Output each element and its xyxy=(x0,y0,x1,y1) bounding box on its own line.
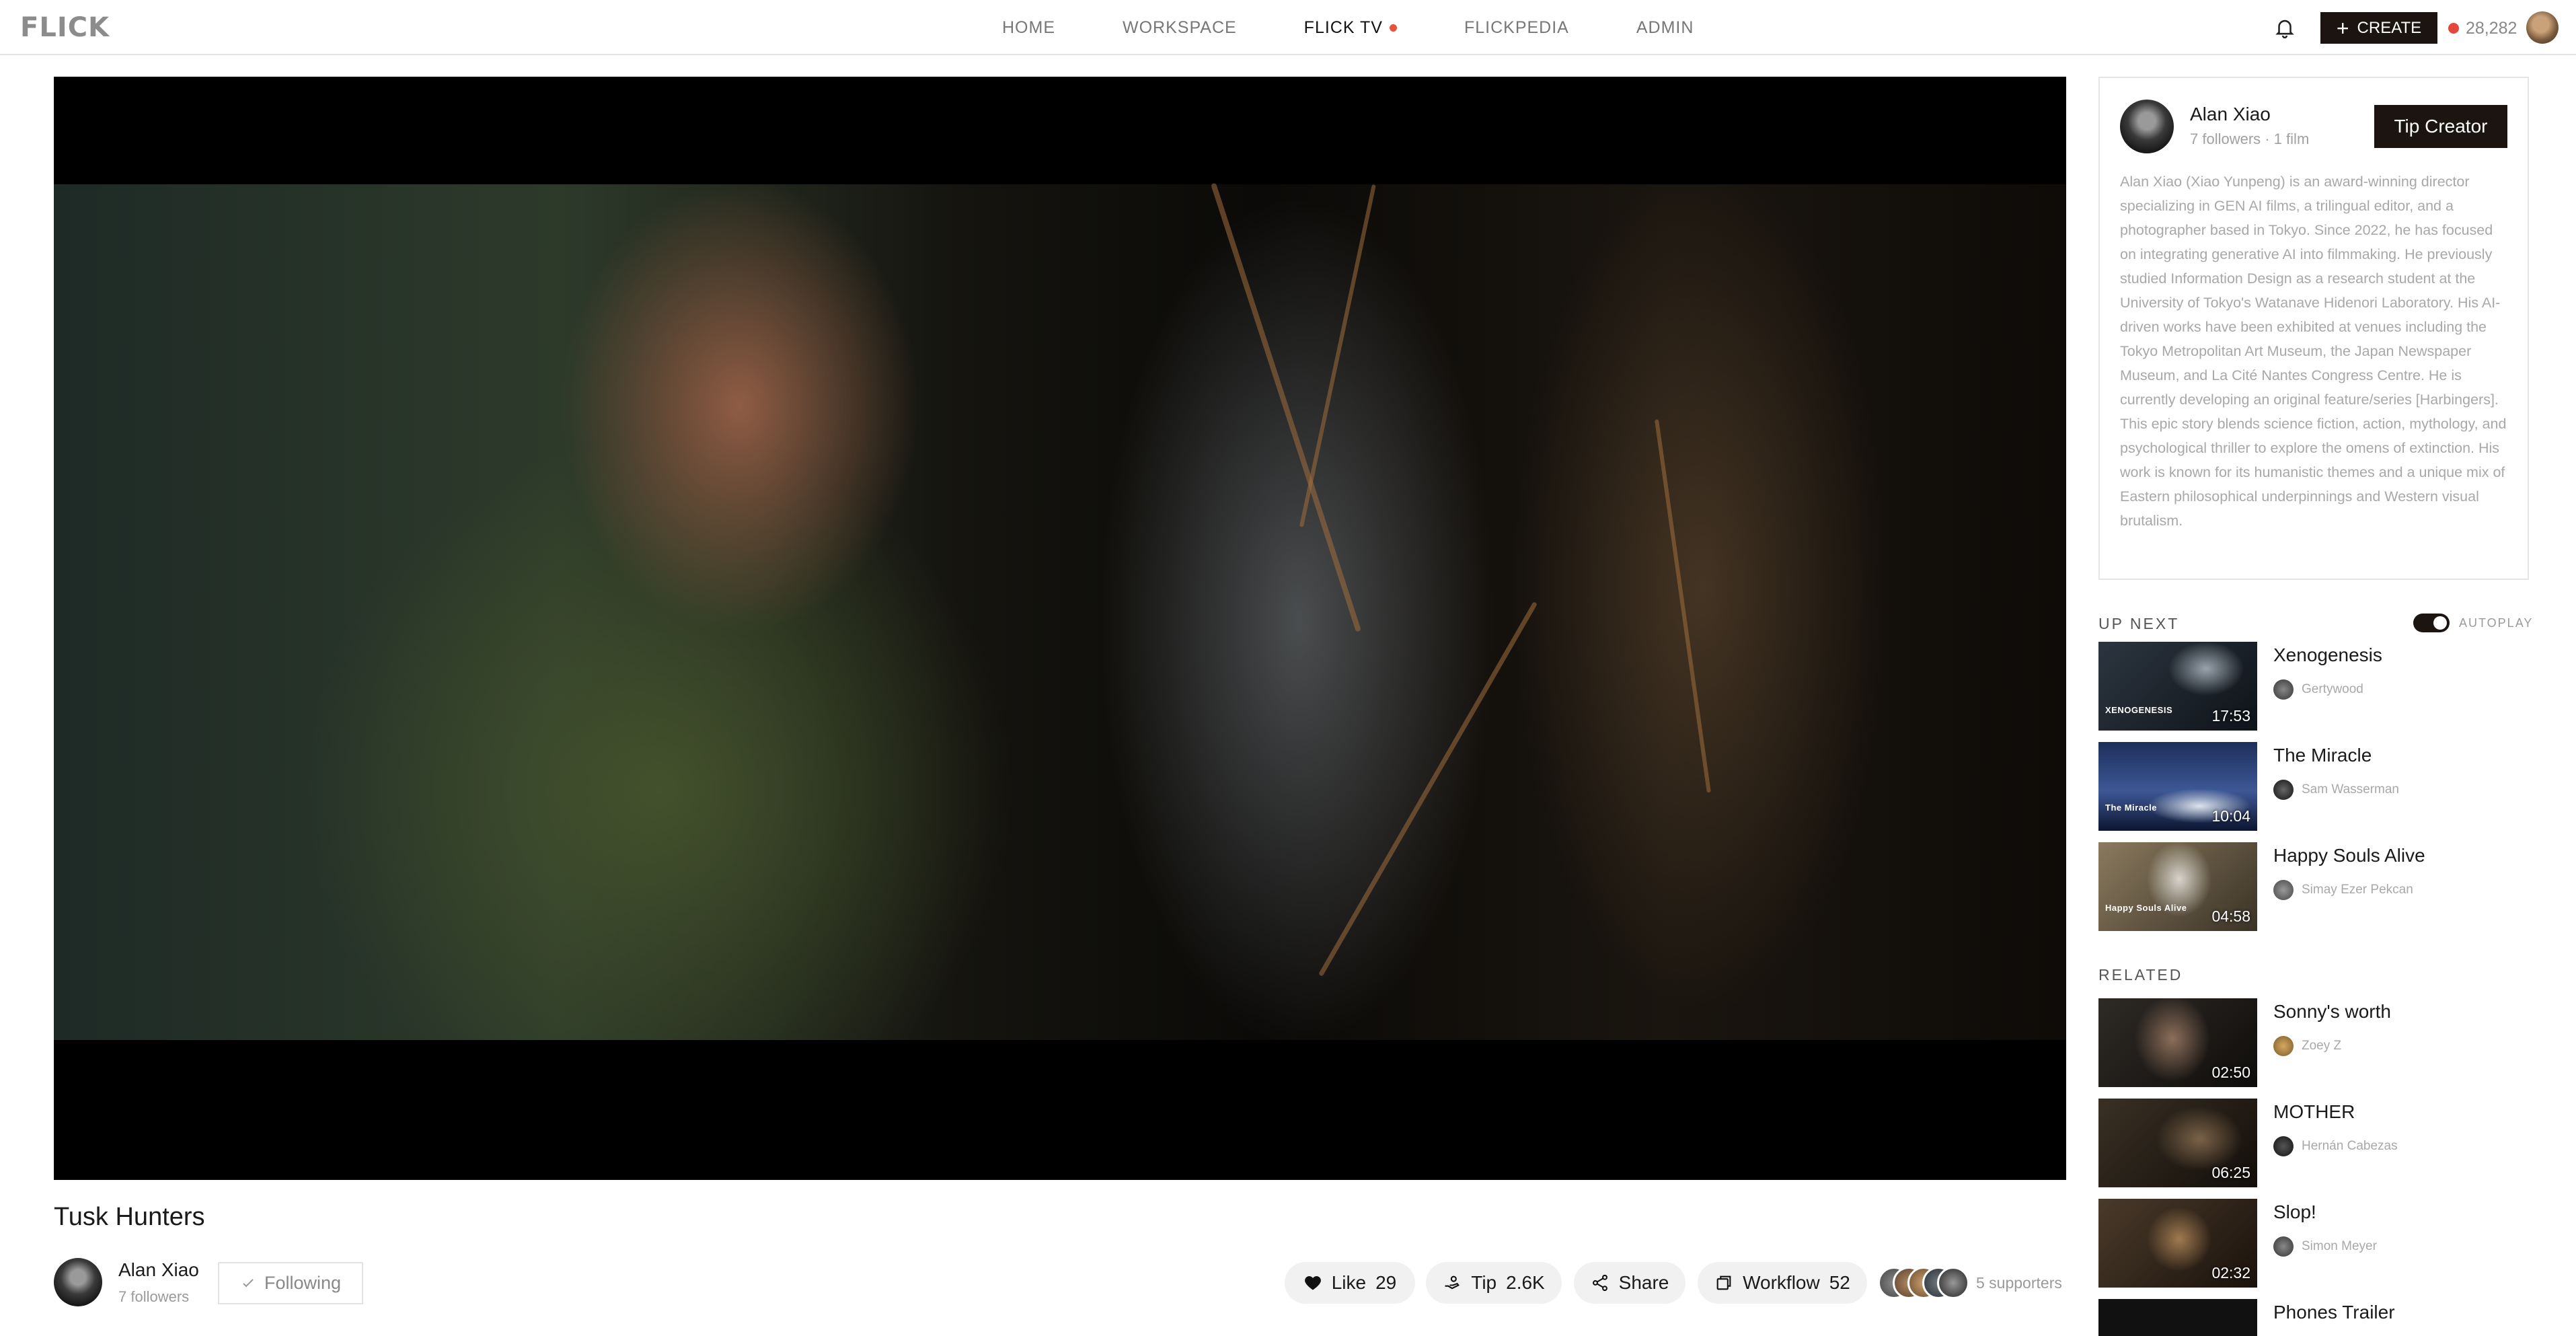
tip-creator-button[interactable]: Tip Creator xyxy=(2374,105,2507,148)
video-frame xyxy=(54,182,2066,1040)
related-heading: RELATED xyxy=(2098,966,2183,984)
supporters-count[interactable]: 5 supporters xyxy=(1976,1274,2062,1292)
video-thumbnail: The Miracle 10:04 xyxy=(2098,742,2257,831)
user-avatar[interactable] xyxy=(2526,11,2559,44)
workflow-icon xyxy=(1716,1275,1731,1290)
card-creator-name[interactable]: Alan Xiao xyxy=(2190,104,2271,125)
author-avatar xyxy=(2273,1236,2294,1257)
creator-name[interactable]: Alan Xiao xyxy=(118,1259,199,1281)
related-item[interactable]: 02:32 Slop! Simon Meyer xyxy=(2098,1199,2529,1288)
nav-admin[interactable]: ADMIN xyxy=(1636,18,1694,38)
thumbnail-text: Happy Souls Alive xyxy=(2105,903,2187,913)
author-avatar xyxy=(2273,679,2294,700)
share-button[interactable]: Share xyxy=(1574,1262,1685,1304)
video-item-title: Phones Trailer xyxy=(2273,1302,2395,1323)
video-item-author: Simon Meyer xyxy=(2302,1239,2377,1253)
video-player[interactable] xyxy=(54,77,2066,1180)
tip-label: Tip xyxy=(1471,1272,1497,1293)
video-item-title: MOTHER xyxy=(2273,1101,2355,1122)
video-duration: 17:53 xyxy=(2211,707,2250,725)
thumbnail-text: The Miracle xyxy=(2105,803,2158,813)
autoplay-label: AUTOPLAY xyxy=(2459,616,2534,630)
author-avatar xyxy=(2273,1036,2294,1056)
like-button[interactable]: Like 29 xyxy=(1285,1262,1415,1304)
workflow-label: Workflow xyxy=(1743,1272,1820,1293)
thumbnail-text: XENOGENESIS xyxy=(2105,705,2173,715)
like-label: Like xyxy=(1331,1272,1367,1293)
related-item[interactable]: Phones Trailer xyxy=(2098,1299,2529,1336)
up-next-item[interactable]: XENOGENESIS 17:53 Xenogenesis Gertywood xyxy=(2098,642,2529,731)
nav-flick-tv[interactable]: FLICK TV xyxy=(1304,18,1397,38)
video-thumbnail xyxy=(2098,1299,2257,1336)
check-icon xyxy=(243,1278,254,1287)
flick-logo[interactable]: FLICK xyxy=(20,12,110,43)
creator-bio: Alan Xiao (Xiao Yunpeng) is an award-win… xyxy=(2120,174,2507,529)
video-item-author: Simay Ezer Pekcan xyxy=(2302,883,2413,897)
create-button[interactable]: + CREATE xyxy=(2320,12,2437,44)
top-navbar: FLICK HOME WORKSPACE FLICK TV FLICKPEDIA… xyxy=(0,0,2576,55)
video-thumbnail: XENOGENESIS 17:53 xyxy=(2098,642,2257,731)
video-item-author: Hernán Cabezas xyxy=(2302,1139,2398,1153)
credits-balance: 28,282 xyxy=(2448,16,2517,40)
video-duration: 04:58 xyxy=(2211,907,2250,925)
related-item[interactable]: 02:50 Sonny's worth Zoey Z xyxy=(2098,998,2529,1087)
like-count: 29 xyxy=(1375,1272,1397,1293)
author-avatar xyxy=(2273,780,2294,800)
autoplay-toggle[interactable]: AUTOPLAY xyxy=(2413,614,2533,632)
workflow-count: 52 xyxy=(1829,1272,1850,1293)
nav-workspace[interactable]: WORKSPACE xyxy=(1123,18,1237,38)
nav-home[interactable]: HOME xyxy=(1002,18,1055,38)
up-next-heading: UP NEXT xyxy=(2098,615,2180,632)
card-creator-meta: 7 followers · 1 film xyxy=(2190,131,2310,147)
tip-hand-icon xyxy=(1445,1275,1460,1290)
video-item-author: Gertywood xyxy=(2302,682,2363,696)
tip-button[interactable]: Tip 2.6K xyxy=(1426,1262,1562,1304)
creator-avatar[interactable] xyxy=(54,1258,102,1306)
tip-count: 2.6K xyxy=(1506,1272,1545,1293)
author-avatar xyxy=(2273,880,2294,900)
credits-value: 28,282 xyxy=(2466,18,2517,38)
video-thumbnail: 02:50 xyxy=(2098,998,2257,1087)
nav-flick-tv-label: FLICK TV xyxy=(1303,17,1383,37)
create-label: CREATE xyxy=(2357,18,2422,37)
creator-followers: 7 followers xyxy=(118,1288,190,1305)
toggle-switch-icon xyxy=(2413,614,2450,632)
video-duration: 10:04 xyxy=(2211,807,2250,825)
video-duration: 06:25 xyxy=(2211,1164,2250,1181)
plus-icon: + xyxy=(2336,15,2349,40)
notification-bell-icon[interactable] xyxy=(2273,16,2296,39)
supporters-avatars[interactable] xyxy=(1878,1267,1969,1299)
video-title: Tusk Hunters xyxy=(54,1203,205,1231)
video-duration: 02:32 xyxy=(2211,1264,2250,1282)
video-item-title: Sonny's worth xyxy=(2273,1001,2391,1022)
share-label: Share xyxy=(1618,1272,1669,1293)
supporter-avatar xyxy=(1937,1267,1969,1299)
live-dot-icon xyxy=(1389,24,1397,32)
up-next-item[interactable]: Happy Souls Alive 04:58 Happy Souls Aliv… xyxy=(2098,842,2529,931)
related-item[interactable]: 06:25 MOTHER Hernán Cabezas xyxy=(2098,1099,2529,1187)
video-item-author: Zoey Z xyxy=(2302,1039,2342,1053)
creator-card: Alan Xiao 7 followers · 1 film Tip Creat… xyxy=(2098,77,2529,580)
video-item-title: The Miracle xyxy=(2273,745,2372,766)
workflow-button[interactable]: Workflow 52 xyxy=(1698,1262,1867,1304)
video-item-title: Slop! xyxy=(2273,1201,2316,1222)
main-nav: HOME WORKSPACE FLICK TV FLICKPEDIA ADMIN xyxy=(1002,0,1761,55)
video-duration: 02:50 xyxy=(2211,1064,2250,1081)
nav-flickpedia[interactable]: FLICKPEDIA xyxy=(1464,18,1569,38)
credits-dot-icon xyxy=(2448,23,2459,34)
up-next-item[interactable]: The Miracle 10:04 The Miracle Sam Wasser… xyxy=(2098,742,2529,831)
card-creator-avatar[interactable] xyxy=(2120,100,2174,153)
video-thumbnail: 06:25 xyxy=(2098,1099,2257,1187)
author-avatar xyxy=(2273,1136,2294,1156)
heart-icon xyxy=(1304,1276,1321,1290)
video-thumbnail: Happy Souls Alive 04:58 xyxy=(2098,842,2257,931)
video-thumbnail: 02:32 xyxy=(2098,1199,2257,1288)
share-icon xyxy=(1592,1274,1607,1292)
video-item-title: Happy Souls Alive xyxy=(2273,845,2425,866)
video-item-title: Xenogenesis xyxy=(2273,644,2382,665)
following-label: Following xyxy=(264,1273,342,1293)
following-button[interactable]: Following xyxy=(218,1262,363,1304)
video-item-author: Sam Wasserman xyxy=(2302,782,2399,796)
